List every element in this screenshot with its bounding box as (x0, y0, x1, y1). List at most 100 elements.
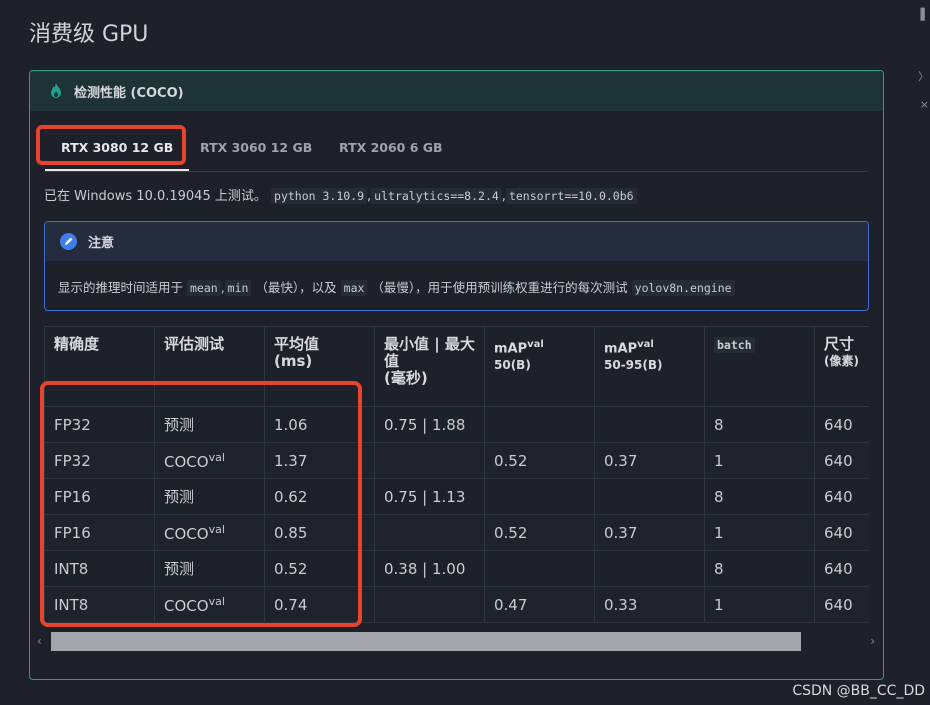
cell-batch: 8 (704, 478, 815, 515)
cell-size: 640 (814, 586, 869, 623)
cell-precision-text: FP32 (54, 415, 91, 434)
cell-map5095: 0.37 (594, 514, 705, 551)
table-row: INT8 预测 0.52 0.38 | 1.00 8 640 (44, 550, 869, 587)
watermark: CSDN @BB_CC_DD (792, 683, 925, 699)
header-minmax-main: 最小值 | 最大值 (384, 335, 475, 370)
cell-eval-sup: val (208, 450, 225, 464)
cell-batch-text: 8 (714, 487, 724, 506)
header-size-unit: (像素) (824, 354, 859, 368)
cell-minmax (374, 442, 485, 479)
note-body: 显示的推理时间适用于 mean, min （最快），以及 max （最慢），用于使… (45, 261, 868, 296)
cell-map50 (484, 550, 595, 587)
cell-eval-sup: val (208, 522, 225, 536)
header-eval: 评估测试 (154, 326, 265, 407)
cell-eval-text: 预测 (164, 488, 195, 506)
cell-batch: 8 (704, 550, 815, 587)
scroll-left-icon[interactable]: ‹ (37, 634, 42, 648)
header-minmax-unit: (毫秒) (384, 369, 428, 387)
cell-eval-text: 预测 (164, 416, 195, 434)
admonition-title: 检测性能 (COCO) (74, 85, 184, 101)
cell-precision: FP16 (44, 478, 155, 515)
header-map50-sup: val (527, 339, 544, 350)
cell-minmax: 0.75 | 1.88 (374, 406, 485, 443)
env-tensorrt: tensorrt==10.0.0b6 (505, 188, 637, 204)
header-mean: 平均值 (ms) (264, 326, 375, 407)
cell-mean: 0.52 (264, 550, 375, 587)
cell-map5095-text: 0.37 (604, 523, 638, 542)
cell-batch-text: 8 (714, 415, 724, 434)
cell-batch: 8 (704, 406, 815, 443)
cell-eval-text: COCO (164, 452, 209, 471)
env-ultralytics: ultralytics==8.2.4 (371, 188, 502, 204)
cell-precision-text: FP32 (54, 451, 91, 470)
cell-mean-text: 0.74 (274, 595, 308, 614)
header-size-main: 尺寸 (824, 335, 855, 353)
header-mean-main: 平均值 (274, 335, 320, 353)
tab-rtx-2060[interactable]: RTX 2060 6 GB (339, 126, 443, 170)
header-minmax: 最小值 | 最大值 (毫秒) (374, 326, 485, 407)
gpu-tabs: RTX 3080 12 GB RTX 3060 12 GB RTX 2060 6… (44, 126, 868, 172)
table-row: FP32 COCOval 1.37 0.52 0.37 1 640 (44, 442, 869, 479)
cell-minmax-text: 0.75 | 1.88 (384, 415, 466, 434)
code-max: max (340, 280, 368, 296)
note-header: 注意 (45, 222, 868, 261)
note-text: （最快），以及 (251, 280, 341, 295)
cell-map5095 (594, 550, 705, 587)
header-batch: batch (704, 326, 815, 407)
detection-performance-admonition: 检测性能 (COCO) RTX 3080 12 GB RTX 3060 12 G… (29, 70, 884, 680)
code-mean: mean (186, 280, 221, 296)
cell-map5095 (594, 478, 705, 515)
header-map5095-main: mAP (604, 341, 638, 357)
edge-marks: ▌ 〉 × (918, 8, 929, 111)
cell-batch-text: 1 (714, 451, 724, 470)
cell-mean: 1.37 (264, 442, 375, 479)
flame-icon (51, 83, 61, 98)
table-row: INT8 COCOval 0.74 0.47 0.33 1 640 (44, 586, 869, 623)
header-mean-unit: (ms) (274, 352, 313, 370)
cell-size-text: 640 (824, 523, 853, 542)
cell-precision-text: INT8 (54, 595, 89, 614)
cell-size-text: 640 (824, 451, 853, 470)
note-title: 注意 (88, 236, 115, 251)
cell-map50-text: 0.47 (494, 595, 528, 614)
header-map50-main: mAP (494, 341, 528, 357)
cell-map50: 0.52 (484, 442, 595, 479)
cell-map5095-text: 0.33 (604, 595, 638, 614)
horizontal-scrollbar[interactable]: ‹ › (30, 631, 883, 653)
cell-size-text: 640 (824, 559, 853, 578)
cell-precision-text: FP16 (54, 487, 91, 506)
cell-mean-text: 0.62 (274, 487, 308, 506)
cell-map50-text: 0.52 (494, 451, 528, 470)
scroll-right-icon[interactable]: › (870, 634, 875, 648)
cell-size: 640 (814, 442, 869, 479)
cell-size: 640 (814, 550, 869, 587)
cell-batch-text: 1 (714, 523, 724, 542)
tab-rtx-3080[interactable]: RTX 3080 12 GB (44, 126, 190, 171)
code-min: min (224, 280, 252, 296)
cell-map5095-text: 0.37 (604, 451, 638, 470)
cell-mean: 0.85 (264, 514, 375, 551)
cell-map50 (484, 406, 595, 443)
cell-minmax-text: 0.75 | 1.13 (384, 487, 466, 506)
cell-minmax (374, 586, 485, 623)
scrollbar-thumb[interactable] (51, 632, 801, 651)
cell-minmax-text: 0.38 | 1.00 (384, 559, 466, 578)
cell-eval: COCOval (154, 514, 265, 551)
table-row: FP32 预测 1.06 0.75 | 1.88 8 640 (44, 406, 869, 443)
cell-minmax: 0.75 | 1.13 (374, 478, 485, 515)
tab-rtx-3060[interactable]: RTX 3060 12 GB (200, 126, 312, 170)
header-map5095-sup: val (637, 339, 654, 350)
cell-batch: 1 (704, 442, 815, 479)
cell-map5095: 0.33 (594, 586, 705, 623)
cell-size-text: 640 (824, 595, 853, 614)
cell-precision-text: FP16 (54, 523, 91, 542)
admonition-header[interactable]: 检测性能 (COCO) (30, 71, 883, 111)
cell-mean-text: 0.85 (274, 523, 308, 542)
cell-batch-text: 8 (714, 559, 724, 578)
benchmark-table-container[interactable]: 精确度 评估测试 平均值 (ms) 最小值 | 最大值 (毫秒) mAPval 50(… (44, 326, 869, 656)
cell-eval-text: COCO (164, 596, 209, 615)
header-precision: 精确度 (44, 326, 155, 407)
cell-precision: FP16 (44, 514, 155, 551)
cell-eval-sup: val (208, 594, 225, 608)
cell-eval: 预测 (154, 406, 265, 443)
